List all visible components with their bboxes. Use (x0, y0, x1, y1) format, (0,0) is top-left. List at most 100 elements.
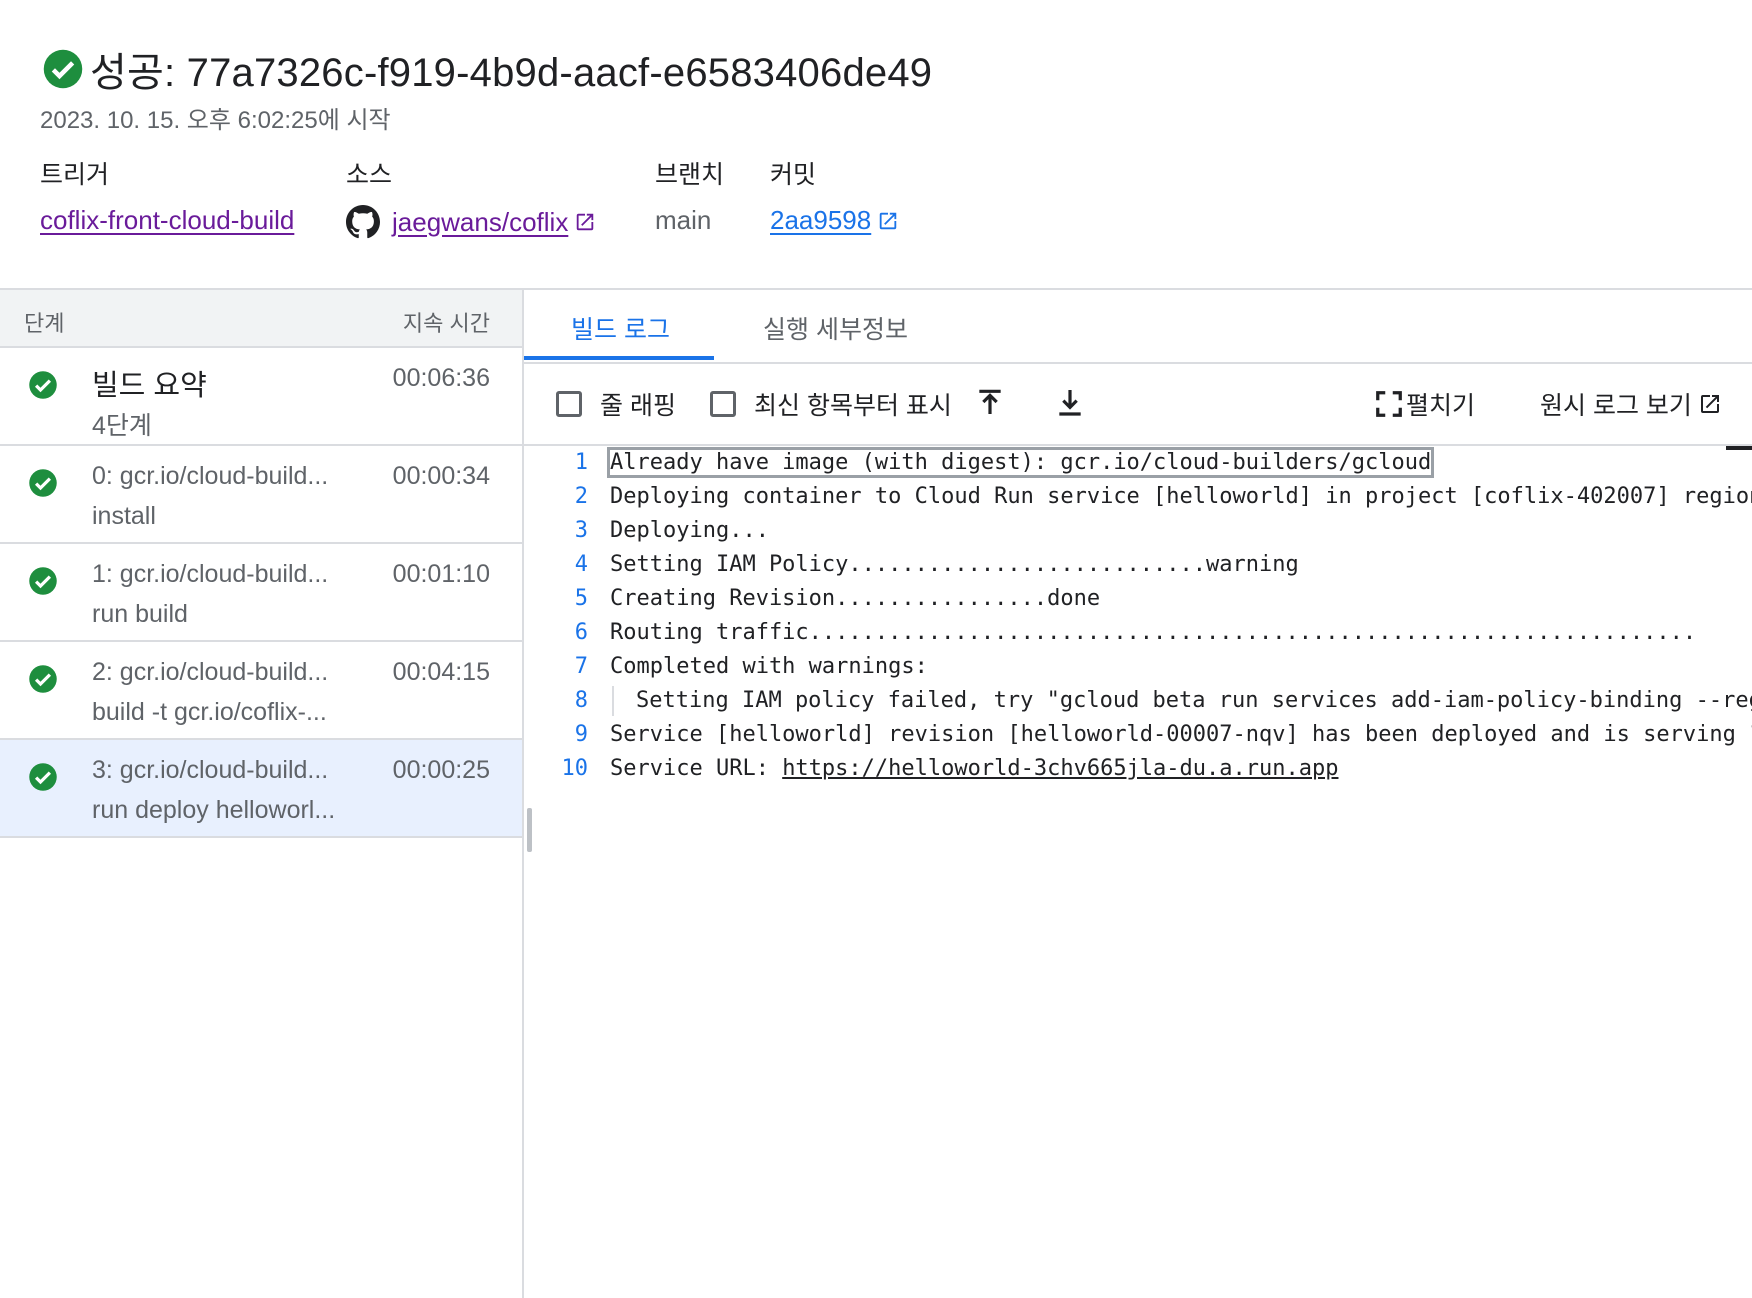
log-toolbar: 줄 래핑 최신 항목부터 표시 펼치기 원시 로그 보기 (524, 364, 1752, 446)
step-subtitle: install (92, 502, 156, 530)
step-duration: 00:01:10 (392, 560, 490, 588)
step-name: 1: gcr.io/cloud-build... (92, 560, 329, 588)
step-name: 3: gcr.io/cloud-build... (92, 756, 329, 784)
log-line: 8 Setting IAM policy failed, try "gcloud… (524, 684, 1752, 718)
log-panel: 빌드 로그 실행 세부정보 줄 래핑 최신 항목부터 표시 펼치기 원시 로그 … (524, 290, 1752, 1298)
line-number: 9 (574, 722, 588, 747)
step-subtitle: run build (92, 600, 188, 628)
log-line: 1 Already have image (with digest): gcr.… (524, 446, 1752, 480)
step-subtitle: run deploy helloworl... (92, 796, 336, 824)
branch-label: 브랜치 (655, 161, 725, 189)
log-text-wrapper: Service URL: https://helloworld-3chv665j… (610, 756, 1338, 781)
line-number: 2 (574, 484, 588, 509)
page-title: 성공: 77a7326c-f919-4b9d-aacf-e6583406de49 (90, 51, 933, 95)
step-row-3[interactable]: 3: gcr.io/cloud-build... run deploy hell… (0, 740, 522, 838)
log-text: Deploying container to Cloud Run service… (610, 484, 1752, 509)
step-row-1[interactable]: 1: gcr.io/cloud-build... run build 00:01… (0, 544, 522, 642)
log-line: 6 Routing traffic.......................… (524, 616, 1752, 650)
step-name: 0: gcr.io/cloud-build... (92, 462, 329, 490)
raw-log-label: 원시 로그 보기 (1540, 392, 1692, 420)
line-number: 6 (574, 620, 588, 645)
newest-first-label: 최신 항목부터 표시 (754, 392, 952, 420)
open-in-new-icon[interactable] (877, 210, 899, 232)
col-step-header: 단계 (24, 311, 65, 336)
branch-meta: 브랜치 main (655, 155, 725, 235)
line-number: 4 (574, 552, 588, 577)
step-duration: 00:06:36 (392, 364, 490, 392)
step-name: 2: gcr.io/cloud-build... (92, 658, 329, 686)
start-time: 2023. 10. 15. 오후 6:02:25에 시작 (40, 107, 391, 134)
line-number: 7 (574, 654, 588, 679)
log-text: Setting IAM Policy......................… (610, 552, 1299, 577)
tab-bar: 빌드 로그 실행 세부정보 (524, 290, 1752, 364)
log-text: Service URL: (610, 756, 783, 781)
service-url-link[interactable]: https://helloworld-3chv665jla-du.a.run.a… (782, 756, 1338, 781)
step-row-summary[interactable]: 빌드 요약 4단계 00:06:36 (0, 348, 522, 446)
step-subtitle: build -t gcr.io/coflix-... (92, 698, 327, 726)
commit-link[interactable]: 2aa9598 (770, 205, 871, 236)
steps-table-header: 단계 지속 시간 (0, 290, 522, 348)
newest-first-toggle[interactable]: 최신 항목부터 표시 (710, 386, 952, 422)
log-line: 5 Creating Revision................done (524, 582, 1752, 616)
step-subtitle: 4단계 (92, 412, 152, 440)
line-number: 10 (561, 756, 589, 781)
log-line: 7 Completed with warnings: (524, 650, 1752, 684)
fullscreen-icon (1376, 391, 1402, 417)
step-row-0[interactable]: 0: gcr.io/cloud-build... install 00:00:3… (0, 446, 522, 544)
check-circle-icon (29, 763, 57, 791)
log-text: Completed with warnings: (610, 654, 928, 679)
github-icon (346, 205, 380, 239)
tab-build-log[interactable]: 빌드 로그 (571, 310, 670, 346)
check-circle-icon (29, 567, 57, 595)
tab-exec-details[interactable]: 실행 세부정보 (763, 310, 908, 346)
log-text: Already have image (with digest): gcr.io… (606, 447, 1435, 478)
page-title-row: 성공: 77a7326c-f919-4b9d-aacf-e6583406de49 (42, 40, 932, 98)
download-icon[interactable] (1054, 384, 1086, 420)
raw-log-button[interactable]: 원시 로그 보기 (1540, 386, 1722, 422)
line-number: 5 (574, 586, 588, 611)
step-duration: 00:04:15 (392, 658, 490, 686)
expand-button[interactable]: 펼치기 (1374, 386, 1475, 422)
open-in-new-icon (1700, 395, 1719, 413)
indent-guide (612, 686, 614, 716)
trigger-meta: 트리거 coflix-front-cloud-build (40, 155, 294, 235)
check-circle-icon (29, 469, 57, 497)
check-circle-icon (43, 49, 83, 89)
check-circle-icon (29, 371, 57, 399)
step-row-2[interactable]: 2: gcr.io/cloud-build... build -t gcr.io… (0, 642, 522, 740)
log-text: Service [helloworld] revision [helloworl… (610, 722, 1752, 747)
vertical-align-top-icon[interactable] (974, 384, 1006, 420)
line-number: 3 (574, 518, 588, 543)
line-number: 1 (574, 450, 588, 475)
trigger-label: 트리거 (40, 161, 110, 189)
wrap-lines-label: 줄 래핑 (600, 392, 676, 420)
col-duration-header: 지속 시간 (402, 311, 490, 336)
build-header: 성공: 77a7326c-f919-4b9d-aacf-e6583406de49… (0, 0, 1752, 288)
log-text: Routing traffic.........................… (610, 620, 1697, 645)
log-line: 2 Deploying container to Cloud Run servi… (524, 480, 1752, 514)
branch-value: main (655, 205, 712, 235)
log-line: 4 Setting IAM Policy....................… (524, 548, 1752, 582)
commit-meta: 커밋 2aa9598 (770, 155, 897, 235)
wrap-lines-toggle[interactable]: 줄 래핑 (556, 386, 676, 422)
active-tab-indicator (524, 356, 714, 360)
commit-label: 커밋 (770, 161, 817, 189)
source-repo-link[interactable]: jaegwans/coflix (392, 207, 568, 238)
log-text: Creating Revision................done (610, 586, 1101, 611)
steps-panel: 단계 지속 시간 빌드 요약 4단계 00:06:36 0: gcr.io/cl… (0, 290, 524, 1298)
step-duration: 00:00:34 (392, 462, 490, 490)
log-line: 3 Deploying... (524, 514, 1752, 548)
log-text: Deploying... (610, 518, 769, 543)
line-number: 8 (574, 688, 588, 713)
horizontal-scroll-indicator[interactable] (1726, 446, 1752, 450)
source-label: 소스 (346, 161, 393, 189)
log-line: 10 Service URL: https://helloworld-3chv6… (524, 752, 1752, 786)
newest-first-checkbox[interactable] (710, 391, 736, 417)
log-text: Setting IAM policy failed, try "gcloud b… (636, 688, 1752, 713)
wrap-lines-checkbox[interactable] (556, 391, 582, 417)
open-in-new-icon[interactable] (574, 211, 596, 233)
trigger-link[interactable]: coflix-front-cloud-build (40, 205, 294, 236)
check-circle-icon (29, 665, 57, 693)
log-viewer: 1 Already have image (with digest): gcr.… (524, 446, 1752, 786)
expand-label: 펼치기 (1406, 392, 1476, 420)
